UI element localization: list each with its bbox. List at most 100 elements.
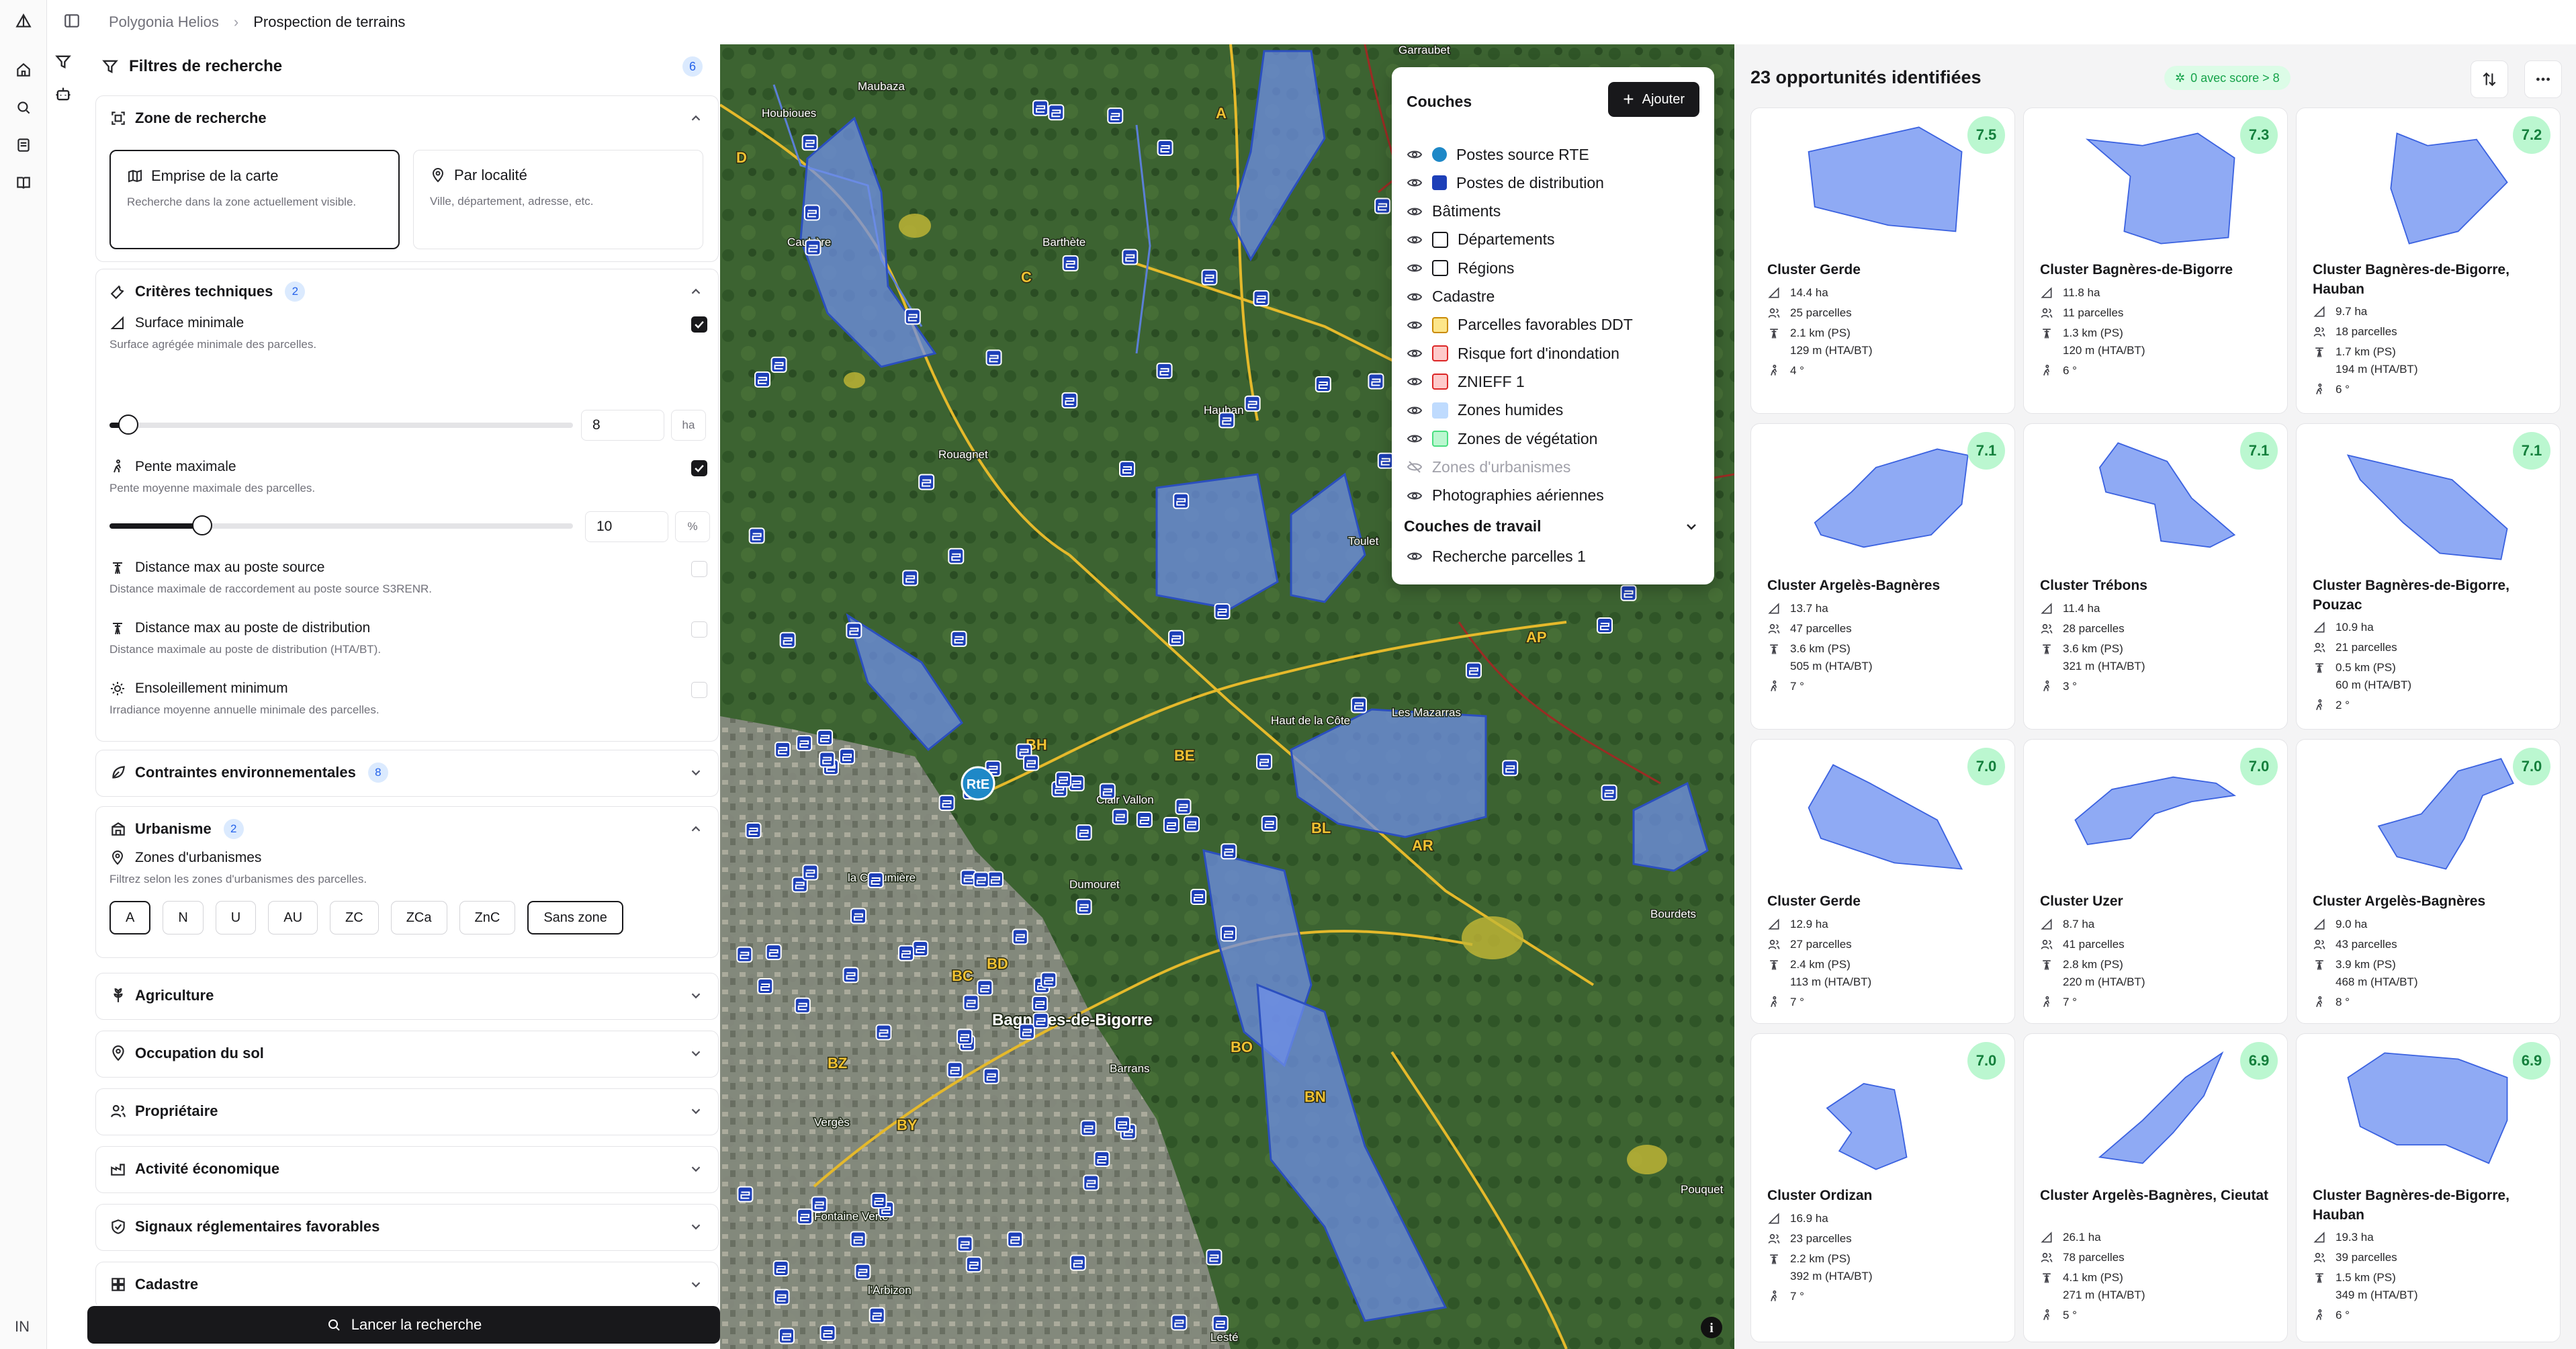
criterion-surface-checkbox[interactable]	[691, 316, 707, 333]
work-layers-header[interactable]: Couches de travail	[1404, 517, 1699, 535]
section-cadastre-header[interactable]: Cadastre	[96, 1262, 718, 1305]
section-regulatory[interactable]: Signaux réglementaires favorables	[95, 1204, 719, 1251]
eye-icon[interactable]	[1407, 345, 1423, 361]
section-agriculture-header[interactable]: Agriculture	[96, 973, 718, 1018]
result-card[interactable]: 7.3 Cluster Bagnères-de-Bigorre 11.8 ha 11 …	[2023, 107, 2288, 414]
chevron-down-icon[interactable]	[1683, 519, 1699, 535]
layer-item[interactable]: Cadastre	[1407, 285, 1495, 309]
map-info-icon[interactable]: i	[1701, 1317, 1722, 1338]
eye-icon[interactable]	[1407, 431, 1423, 447]
chevron-down-icon[interactable]	[689, 1104, 703, 1119]
section-technical-header[interactable]: Critères techniques 2	[96, 269, 718, 314]
result-card[interactable]: 7.0 Cluster Argelès-Bagnères 9.0 ha 43 parc…	[2296, 739, 2561, 1024]
eye-icon[interactable]	[1407, 204, 1423, 220]
layer-item[interactable]: Régions	[1407, 256, 1514, 280]
zone-chip-znc[interactable]: ZnC	[459, 901, 516, 934]
layer-item[interactable]: Postes source RTE	[1407, 142, 1589, 167]
layer-item[interactable]: Départements	[1407, 228, 1554, 252]
section-zone-header[interactable]: Zone de recherche	[96, 96, 718, 140]
sidebar-toggle-icon[interactable]	[63, 12, 81, 33]
eye-icon[interactable]	[1407, 175, 1423, 191]
criterion-slope-checkbox[interactable]	[691, 460, 707, 476]
chevron-down-icon[interactable]	[689, 1219, 703, 1234]
slope-slider[interactable]	[109, 515, 573, 535]
criterion-dist-distrib-checkbox[interactable]	[691, 621, 707, 638]
chevron-up-icon[interactable]	[689, 111, 703, 126]
result-card[interactable]: 7.1 Cluster Trébons 11.4 ha 28 parcelles 3.6…	[2023, 423, 2288, 730]
result-card[interactable]: 7.5 Cluster Gerde 14.4 ha 25 parcelles 2.1 k…	[1750, 107, 2015, 414]
result-card[interactable]: 7.0 Cluster Gerde 12.9 ha 27 parcelles 2.4 k…	[1750, 739, 2015, 1024]
surface-slider[interactable]	[109, 415, 573, 435]
layer-item[interactable]: Risque fort d'inondation	[1407, 341, 1619, 365]
result-card[interactable]: 7.1 Cluster Argelès-Bagnères 13.7 ha 47 par…	[1750, 423, 2015, 730]
launch-search-button[interactable]: Lancer la recherche	[87, 1306, 720, 1344]
search-icon[interactable]	[10, 94, 37, 121]
chevron-down-icon[interactable]	[689, 765, 703, 780]
zone-chip-zc[interactable]: ZC	[330, 901, 379, 934]
layer-item[interactable]: Postes de distribution	[1407, 171, 1604, 195]
result-card[interactable]: 7.0 Cluster Uzer 8.7 ha 41 parcelles 2.8 km …	[2023, 739, 2288, 1024]
sort-button[interactable]	[2471, 60, 2508, 98]
documents-icon[interactable]	[10, 132, 37, 159]
section-economic[interactable]: Activité économique	[95, 1146, 719, 1193]
eye-off-icon[interactable]	[1407, 459, 1423, 475]
result-card[interactable]: 7.2 Cluster Bagnères-de-Bigorre, Hauban 9.…	[2296, 107, 2561, 414]
layer-item[interactable]: Zones d'urbanismes	[1407, 455, 1570, 479]
slider-handle[interactable]	[192, 515, 212, 535]
section-land-use[interactable]: Occupation du sol	[95, 1031, 719, 1078]
eye-icon[interactable]	[1407, 146, 1423, 163]
layer-item[interactable]: Zones humides	[1407, 398, 1563, 423]
section-economic-header[interactable]: Activité économique	[96, 1147, 718, 1191]
more-options-button[interactable]	[2524, 60, 2562, 98]
chevron-up-icon[interactable]	[689, 822, 703, 836]
chevron-up-icon[interactable]	[689, 284, 703, 299]
section-agriculture[interactable]: Agriculture	[95, 973, 719, 1020]
section-env-header[interactable]: Contraintes environnementales 8	[96, 750, 718, 795]
book-icon[interactable]	[10, 169, 37, 196]
zone-chip-u[interactable]: U	[215, 901, 257, 934]
section-cadastre[interactable]: Cadastre	[95, 1262, 719, 1305]
score-filter-pill[interactable]: ✲ 0 avec score > 8	[2164, 66, 2291, 90]
work-layer-item[interactable]: Recherche parcelles 1	[1407, 544, 1586, 568]
eye-icon[interactable]	[1407, 374, 1423, 390]
criterion-sun-checkbox[interactable]	[691, 682, 707, 698]
chevron-down-icon[interactable]	[689, 1277, 703, 1292]
eye-icon[interactable]	[1407, 488, 1423, 504]
zone-chip-n[interactable]: N	[163, 901, 204, 934]
section-urbanism-header[interactable]: Urbanisme 2	[96, 807, 718, 851]
logo-icon[interactable]	[10, 8, 37, 35]
section-land-use-header[interactable]: Occupation du sol	[96, 1031, 718, 1076]
chevron-down-icon[interactable]	[689, 988, 703, 1003]
eye-icon[interactable]	[1407, 548, 1423, 564]
section-owner[interactable]: Propriétaire	[95, 1088, 719, 1135]
layer-item[interactable]: Parcelles favorables DDT	[1407, 313, 1633, 337]
eye-icon[interactable]	[1407, 317, 1423, 333]
result-card[interactable]: 6.9 Cluster Bagnères-de-Bigorre, Hauban 19…	[2296, 1033, 2561, 1342]
layer-item[interactable]: Bâtiments	[1407, 200, 1501, 224]
section-regulatory-header[interactable]: Signaux réglementaires favorables	[96, 1205, 718, 1249]
result-card[interactable]: 7.1 Cluster Bagnères-de-Bigorre, Pouzac 10…	[2296, 423, 2561, 730]
zone-chip-zca[interactable]: ZCa	[390, 901, 447, 934]
language-switch[interactable]: IN	[15, 1318, 30, 1336]
zone-chip-sans-zone[interactable]: Sans zone	[527, 901, 623, 934]
slope-input[interactable]: 10	[585, 511, 668, 542]
eye-icon[interactable]	[1407, 232, 1423, 248]
criterion-dist-source-checkbox[interactable]	[691, 561, 707, 577]
breadcrumb-app[interactable]: Polygonia Helios	[109, 13, 219, 31]
eye-icon[interactable]	[1407, 402, 1423, 419]
layer-item[interactable]: Zones de végétation	[1407, 427, 1597, 451]
zone-chip-au[interactable]: AU	[268, 901, 318, 934]
zone-option-locality[interactable]: Par localité Ville, département, adresse…	[413, 150, 703, 249]
layer-item[interactable]: ZNIEFF 1	[1407, 369, 1525, 394]
result-card[interactable]: 6.9 Cluster Argelès-Bagnères, Cieutat 26.1…	[2023, 1033, 2288, 1342]
chevron-down-icon[interactable]	[689, 1162, 703, 1176]
section-env[interactable]: Contraintes environnementales 8	[95, 750, 719, 797]
surface-input[interactable]: 8	[581, 410, 664, 441]
bot-icon[interactable]	[54, 85, 81, 103]
layer-item[interactable]: Photographies aériennes	[1407, 484, 1604, 508]
rte-station-marker[interactable]: RtE	[961, 766, 995, 801]
eye-icon[interactable]	[1407, 289, 1423, 305]
result-card[interactable]: 7.0 Cluster Ordizan 16.9 ha 23 parcelles 2.2…	[1750, 1033, 2015, 1342]
filter-panel-icon[interactable]	[54, 52, 81, 71]
eye-icon[interactable]	[1407, 260, 1423, 276]
